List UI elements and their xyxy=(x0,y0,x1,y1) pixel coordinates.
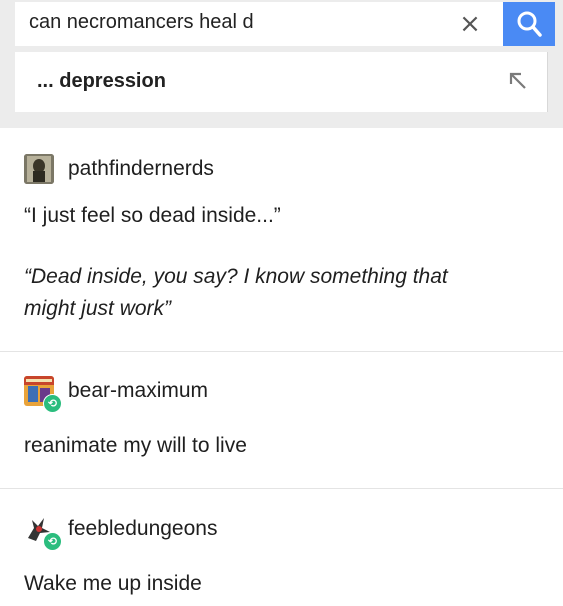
arrow-up-left-icon xyxy=(509,72,526,89)
post-text: reanimate my will to live xyxy=(24,434,247,457)
post-feebledungeons: ⟲ feebledungeons Wake me up inside xyxy=(0,512,563,606)
fill-suggestion-button[interactable] xyxy=(503,66,533,96)
reply-quote-line-2: might just work” xyxy=(24,297,172,320)
username[interactable]: pathfindernerds xyxy=(68,157,214,181)
reply-quote-line-1: “Dead inside, you say? I know something … xyxy=(24,265,448,288)
search-query[interactable]: can necromancers heal d xyxy=(29,11,254,34)
post-text: Wake me up inside xyxy=(24,572,202,595)
post-bear-maximum: ⟲ bear-maximum reanimate my will to live xyxy=(0,374,563,484)
username[interactable]: feebledungeons xyxy=(68,517,217,541)
reblog-icon: ⟲ xyxy=(43,394,62,413)
clear-search-button[interactable]: × xyxy=(456,9,484,39)
avatar[interactable] xyxy=(24,154,54,184)
search-icon xyxy=(517,11,542,37)
suggestion-text: ... depression xyxy=(37,70,166,92)
close-icon: × xyxy=(459,9,481,39)
post-text: “I just feel so dead inside...” xyxy=(24,204,281,227)
search-suggestion[interactable]: ... depression xyxy=(15,52,548,112)
dark-figure-avatar-icon xyxy=(24,154,54,184)
reblog-icon: ⟲ xyxy=(43,532,62,551)
search-box[interactable]: can necromancers heal d × xyxy=(15,2,555,46)
post-divider xyxy=(0,351,563,352)
search-button[interactable] xyxy=(503,2,555,46)
username[interactable]: bear-maximum xyxy=(68,379,208,403)
post-pathfindernerds: pathfindernerds “I just feel so dead ins… xyxy=(0,148,563,348)
post-divider xyxy=(0,488,563,489)
search-widget: can necromancers heal d × ... depression xyxy=(0,0,563,128)
